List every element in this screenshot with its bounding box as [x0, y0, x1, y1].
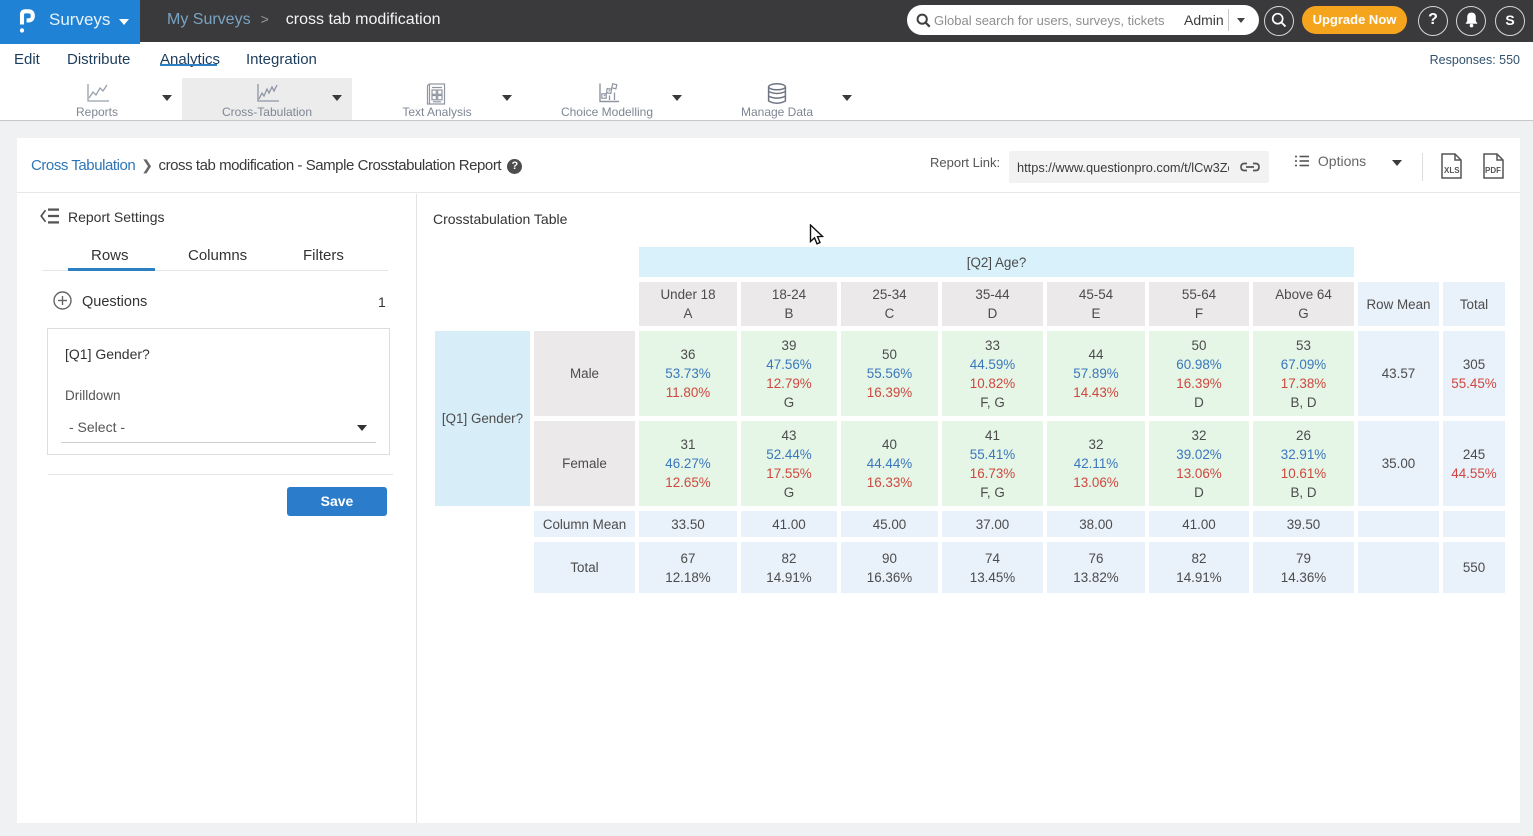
- svg-text:XLS: XLS: [1444, 166, 1460, 175]
- svg-text:PDF: PDF: [1485, 166, 1501, 175]
